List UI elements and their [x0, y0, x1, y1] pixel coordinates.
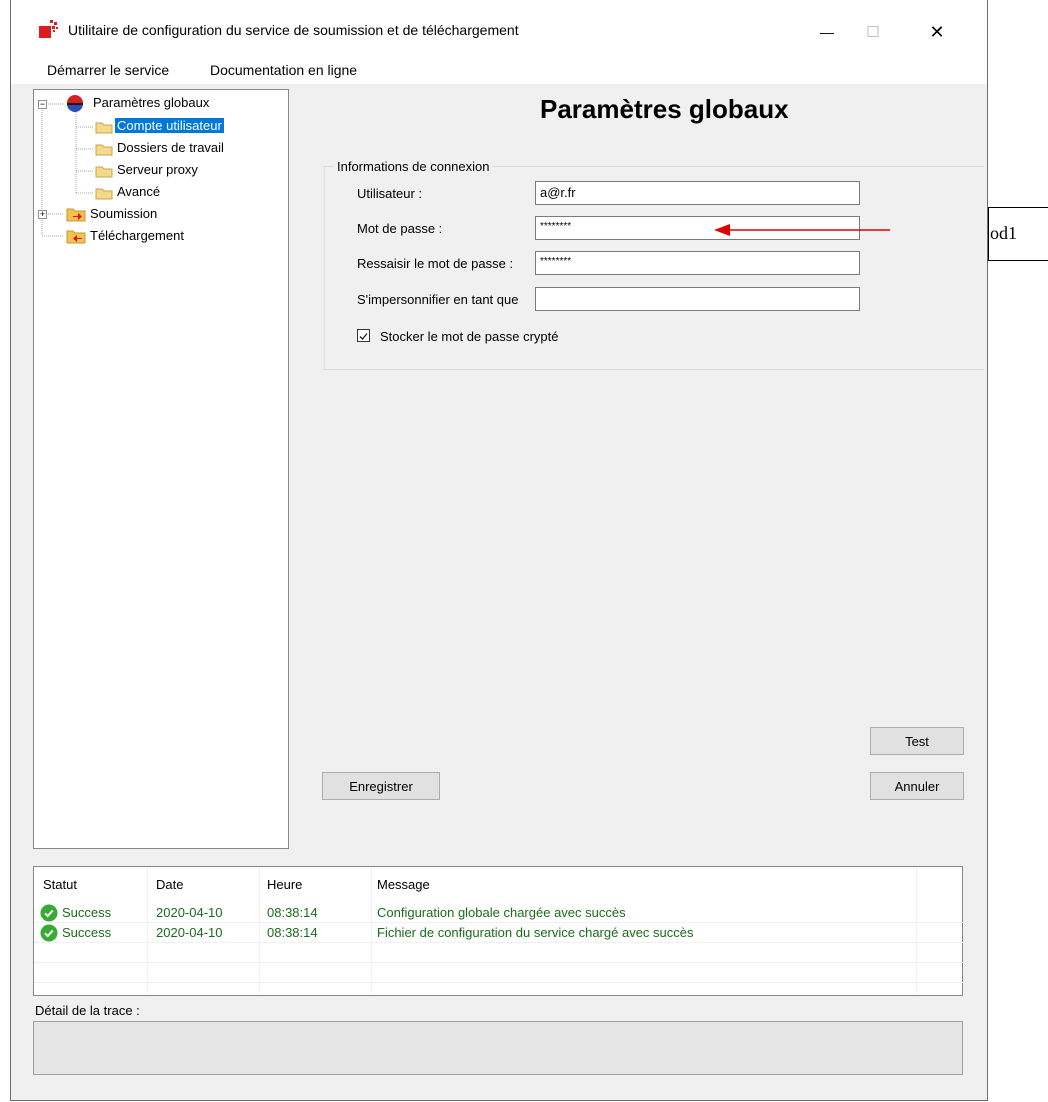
trace-detail-box[interactable] — [33, 1021, 963, 1075]
maximize-button[interactable]: ☐ — [850, 14, 896, 50]
close-icon: ✕ — [929, 21, 945, 42]
tree-item-global-label[interactable]: Paramètres globaux — [93, 95, 209, 110]
minimize-icon: — — [820, 24, 834, 40]
log-table[interactable]: Statut Date Heure Message Success 2020-0… — [33, 866, 964, 996]
tree-item-advanced[interactable]: Avancé — [117, 184, 160, 199]
annotation-arrow — [714, 224, 890, 236]
impersonate-input[interactable] — [535, 287, 860, 311]
header-message[interactable]: Message — [377, 877, 430, 892]
table-row[interactable]: Success 2020-04-10 08:38:14 Fichier de c… — [34, 923, 964, 943]
tree-item-submission[interactable]: Soumission — [90, 206, 157, 221]
success-icon — [40, 904, 58, 925]
header-date[interactable]: Date — [156, 877, 183, 892]
row-status: Success — [62, 905, 112, 920]
menu-start-service[interactable]: Démarrer le service — [47, 62, 169, 78]
row-status: Success — [62, 925, 112, 940]
folder-icon — [95, 143, 113, 159]
folder-icon — [95, 121, 113, 137]
settings-tree[interactable]: − Paramètres globaux Compte utilisateur … — [33, 89, 289, 849]
row-date: 2020-04-10 — [156, 905, 223, 920]
expand-toggle-submission[interactable]: + — [38, 210, 47, 219]
confirm-password-input[interactable]: ******** — [535, 251, 860, 275]
table-row[interactable]: Success 2020-04-10 08:38:14 Configuratio… — [34, 903, 964, 923]
minimize-button[interactable]: — — [804, 14, 850, 50]
tree-item-proxy-server[interactable]: Serveur proxy — [117, 162, 198, 177]
folder-icon — [95, 187, 113, 203]
password-label: Mot de passe : — [357, 221, 443, 236]
tree-item-work-folders[interactable]: Dossiers de travail — [117, 140, 224, 155]
impersonate-label: S'impersonnifier en tant que — [357, 292, 519, 307]
table-row-empty — [34, 943, 964, 963]
globe-icon — [66, 95, 84, 116]
group-title: Informations de connexion — [334, 159, 493, 174]
success-icon — [40, 924, 58, 945]
user-label: Utilisateur : — [357, 186, 423, 201]
store-encrypted-checkbox[interactable] — [357, 329, 370, 342]
maximize-icon: ☐ — [866, 24, 880, 41]
download-folder-icon — [66, 229, 86, 247]
row-time: 08:38:14 — [267, 905, 318, 920]
row-time: 08:38:14 — [267, 925, 318, 940]
menu-online-docs[interactable]: Documentation en ligne — [210, 62, 357, 78]
user-input[interactable]: a@r.fr — [535, 181, 860, 205]
table-row-empty — [34, 963, 964, 983]
header-time[interactable]: Heure — [267, 877, 302, 892]
collapse-toggle-global[interactable]: − — [38, 100, 47, 109]
row-message: Configuration globale chargée avec succè… — [377, 905, 626, 920]
store-encrypted-label[interactable]: Stocker le mot de passe crypté — [380, 329, 558, 344]
tree-item-download[interactable]: Téléchargement — [90, 228, 184, 243]
test-button[interactable]: Test — [870, 727, 964, 755]
app-icon — [38, 18, 60, 43]
annotation-label: od1 — [990, 223, 1017, 243]
cancel-button[interactable]: Annuler — [870, 772, 964, 800]
folder-icon — [95, 165, 113, 181]
header-status[interactable]: Statut — [43, 877, 77, 892]
row-message: Fichier de configuration du service char… — [377, 925, 694, 940]
submission-folder-icon — [66, 207, 86, 225]
row-date: 2020-04-10 — [156, 925, 223, 940]
close-button[interactable]: ✕ — [914, 14, 960, 50]
confirm-password-label: Ressaisir le mot de passe : — [357, 256, 514, 271]
checkmark-icon — [359, 333, 368, 340]
page-title: Paramètres globaux — [540, 94, 789, 124]
trace-label: Détail de la trace : — [35, 1003, 140, 1018]
window-title: Utilitaire de configuration du service d… — [68, 22, 519, 38]
tree-item-user-account[interactable]: Compte utilisateur — [115, 118, 224, 133]
save-button[interactable]: Enregistrer — [322, 772, 440, 800]
